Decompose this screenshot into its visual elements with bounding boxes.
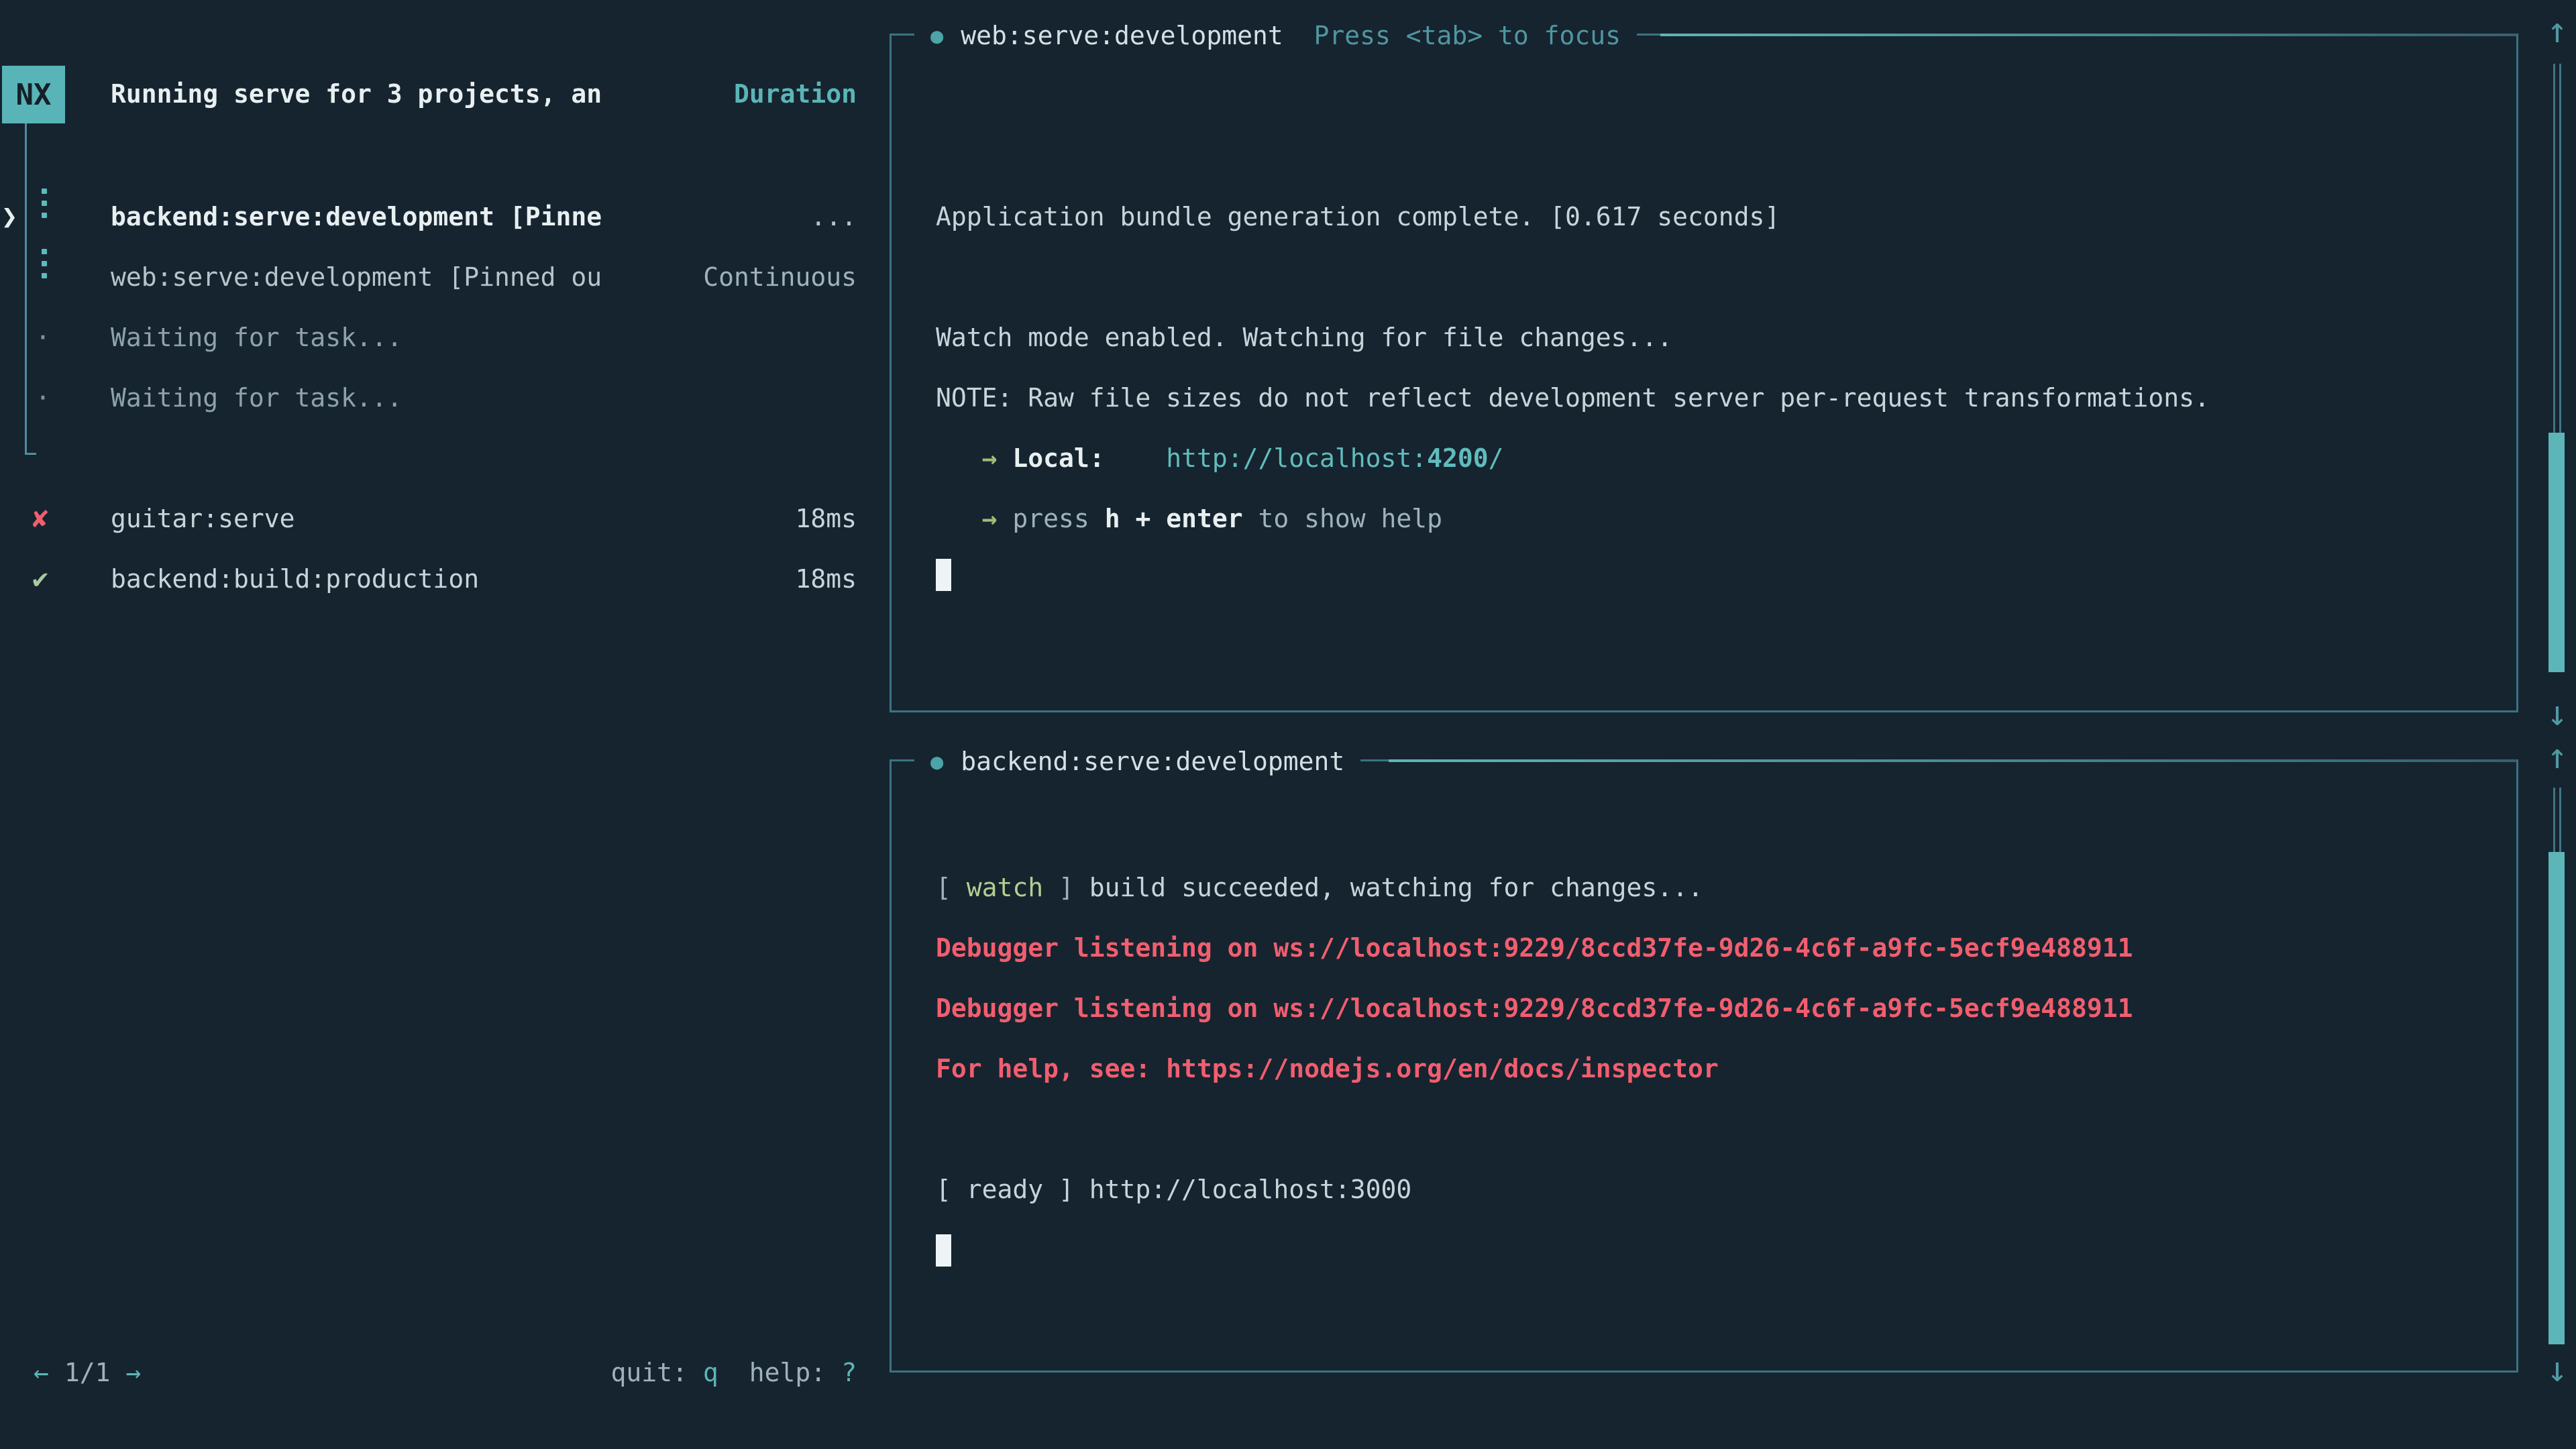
task-row-web-serve[interactable]: web:serve:development [Pinned ou Continu…: [0, 247, 857, 307]
pane-title-rule: [1660, 34, 2517, 36]
quit-hint-label: quit:: [610, 1358, 687, 1387]
sidebar-header-row: Running serve for 3 projects, an Duratio…: [0, 64, 857, 124]
pane-status-dot-icon: ●: [930, 23, 943, 48]
terminal-line: Debugger listening on ws://localhost:922…: [936, 978, 2133, 1038]
help-hint-key: ?: [841, 1358, 857, 1387]
spacer: [1283, 21, 1314, 50]
task-row-guitar-serve[interactable]: ✘ guitar:serve 18ms: [0, 488, 857, 549]
running-spinner-icon: [42, 189, 47, 225]
inspector-help-text: For help, see: https://nodejs.org/en/doc…: [936, 1054, 1719, 1083]
scroll-up-icon[interactable]: ↑: [2542, 13, 2572, 48]
scroll-up-icon[interactable]: ↑: [2542, 739, 2572, 774]
url-port: 4200: [1427, 443, 1489, 473]
task-row-waiting-1[interactable]: · Waiting for task...: [0, 307, 857, 368]
press-prefix: press: [1012, 504, 1104, 533]
url-host: http://localhost:: [1166, 443, 1427, 473]
pager-position: 1/1: [64, 1358, 111, 1387]
debugger-listening-text: Debugger listening on ws://localhost:922…: [936, 933, 2133, 963]
running-spinner-icon: [42, 249, 47, 285]
pager-next-icon[interactable]: →: [126, 1358, 142, 1387]
terminal-line: [ ready ] http://localhost:3000: [936, 1159, 1411, 1220]
scrollbar-track[interactable]: [2553, 788, 2555, 852]
task-status: ...: [810, 202, 857, 231]
watch-message: build succeeded, watching for changes...: [1089, 873, 1703, 902]
pager-prev-icon[interactable]: ←: [34, 1358, 49, 1387]
bundle-complete-text: Application bundle generation complete. …: [936, 202, 1780, 231]
terminal-line: For help, see: https://nodejs.org/en/doc…: [936, 1038, 1719, 1099]
terminal-line: NOTE: Raw file sizes do not reflect deve…: [936, 368, 2210, 428]
spacer: [998, 504, 1013, 533]
task-row-backend-serve[interactable]: ❯ backend:serve:development [Pinne ...: [0, 186, 857, 247]
debugger-listening-text: Debugger listening on ws://localhost:922…: [936, 994, 2133, 1023]
terminal-line-help-hint: → press h + enter to show help: [936, 488, 1442, 549]
terminal-line-watch-status: [ watch ] build succeeded, watching for …: [936, 857, 1703, 918]
terminal-cursor-block: [936, 1234, 951, 1267]
scrollbar-track[interactable]: [2559, 788, 2561, 852]
pane-title-text: web:serve:development: [961, 21, 1283, 50]
failed-cross-icon: ✘: [28, 488, 52, 549]
help-hint-label: help:: [749, 1358, 826, 1387]
sidebar-footer: ← 1/1 → quit: q help: ?: [0, 1342, 857, 1403]
spacer: [936, 443, 982, 473]
pane-focus-hint: Press <tab> to focus: [1313, 21, 1621, 50]
scroll-down-icon[interactable]: ↓: [2542, 1352, 2572, 1387]
scrollbar-thumb[interactable]: [2548, 852, 2565, 1344]
scroll-down-icon[interactable]: ↓: [2542, 696, 2572, 731]
task-name: backend:build:production: [111, 564, 479, 594]
task-name: guitar:serve: [111, 504, 295, 533]
terminal-line: Debugger listening on ws://localhost:922…: [936, 918, 2133, 978]
spacer: [1105, 443, 1167, 473]
prompt-arrow-icon: →: [982, 504, 998, 533]
bracket-close: ]: [1043, 873, 1089, 902]
terminal-cursor-block: [936, 559, 951, 591]
quit-hint-key: q: [703, 1358, 718, 1387]
url-path: /: [1489, 443, 1504, 473]
task-row-waiting-2[interactable]: · Waiting for task...: [0, 368, 857, 428]
prompt-arrow-icon: →: [982, 443, 998, 473]
spacer: [998, 443, 1013, 473]
sidebar-title: Running serve for 3 projects, an: [111, 79, 602, 109]
watch-mode-text: Watch mode enabled. Watching for file ch…: [936, 323, 1672, 352]
scrollbar-track[interactable]: [2559, 64, 2561, 433]
bracket-open: [: [936, 873, 967, 902]
task-name: Waiting for task...: [111, 383, 402, 413]
terminal-pane-backend-serve[interactable]: ● backend:serve:development [ watch ] bu…: [890, 759, 2518, 1373]
note-text: NOTE: Raw file sizes do not reflect deve…: [936, 383, 2210, 413]
pane-header-web-serve: ● web:serve:development Press <tab> to f…: [914, 17, 1637, 54]
duration-column-header: Duration: [734, 79, 857, 109]
nx-tui-screen: NX Running serve for 3 projects, an Dura…: [0, 0, 2576, 1449]
waiting-bullet-icon: ·: [35, 307, 51, 368]
press-suffix: to show help: [1243, 504, 1442, 533]
press-keys: h + enter: [1105, 504, 1243, 533]
selected-caret-icon: ❯: [1, 186, 17, 247]
local-url-link[interactable]: http://localhost:4200/: [1166, 443, 1503, 473]
terminal-pane-web-serve[interactable]: ● web:serve:development Press <tab> to f…: [890, 34, 2518, 712]
watch-tag: watch: [967, 873, 1043, 902]
success-check-icon: ✔: [28, 549, 52, 609]
terminal-line: Application bundle generation complete. …: [936, 186, 1780, 247]
ready-text: [ ready ] http://localhost:3000: [936, 1175, 1411, 1204]
spacer: [936, 504, 982, 533]
task-duration: 18ms: [795, 504, 857, 533]
pane-header-backend-serve: ● backend:serve:development: [914, 743, 1360, 780]
task-status: Continuous: [703, 262, 857, 292]
terminal-line-local-url: → Local: http://localhost:4200/: [936, 428, 1504, 488]
task-name: backend:serve:development [Pinne: [111, 202, 602, 231]
pane-title-text: backend:serve:development: [961, 747, 1344, 776]
task-duration: 18ms: [795, 564, 857, 594]
pane-status-dot-icon: ●: [930, 749, 943, 774]
task-name: Waiting for task...: [111, 323, 402, 352]
pane-title-rule: [1389, 759, 2517, 762]
waiting-bullet-icon: ·: [35, 368, 51, 428]
terminal-line: Watch mode enabled. Watching for file ch…: [936, 307, 1672, 368]
task-row-backend-build[interactable]: ✔ backend:build:production 18ms: [0, 549, 857, 609]
scrollbar-thumb[interactable]: [2548, 433, 2565, 672]
task-name: web:serve:development [Pinned ou: [111, 262, 602, 292]
local-label: Local:: [1012, 443, 1104, 473]
scrollbar-track[interactable]: [2553, 64, 2555, 433]
